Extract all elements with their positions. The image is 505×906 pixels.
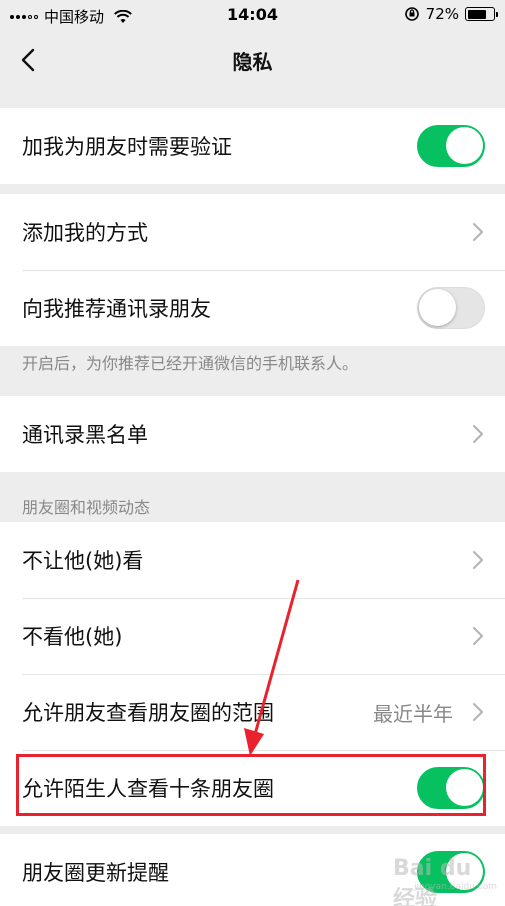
verify-label: 加我为朋友时需要验证 (22, 135, 232, 159)
nav-bar: 隐私 (0, 30, 505, 90)
chevron-right-icon (473, 425, 483, 443)
recommend-toggle[interactable] (417, 287, 485, 329)
blacklist-row[interactable]: 通讯录黑名单 (0, 396, 505, 472)
add-method-label: 添加我的方式 (22, 221, 148, 245)
verification-group: 加我为朋友时需要验证 (0, 108, 505, 184)
add-method-row[interactable]: 添加我的方式 (0, 194, 505, 270)
recommend-label: 向我推荐通讯录朋友 (22, 297, 211, 321)
chevron-right-icon (473, 627, 483, 645)
moments-section-header: 朋友圈和视频动态 (22, 498, 151, 517)
dont-see-label: 不看他(她) (22, 625, 123, 649)
blacklist-group: 通讯录黑名单 (0, 396, 505, 472)
recommend-row: 向我推荐通讯录朋友 (0, 270, 505, 346)
verify-row: 加我为朋友时需要验证 (0, 108, 505, 184)
visible-range-value: 最近半年 (373, 701, 453, 726)
visible-range-label: 允许朋友查看朋友圈的范围 (22, 701, 274, 725)
baidu-watermark: Bai du 经验 jingyan.baidu.com (393, 852, 497, 906)
chevron-right-icon (473, 551, 483, 569)
chevron-right-icon (473, 223, 483, 241)
watermark-logo: Bai du 经验 (393, 856, 472, 906)
visible-range-row[interactable]: 允许朋友查看朋友圈的范围 最近半年 (0, 674, 505, 750)
hide-from-row[interactable]: 不让他(她)看 (0, 522, 505, 598)
status-bar: 中国移动 14:04 72% (0, 0, 505, 30)
add-method-group: 添加我的方式 向我推荐通讯录朋友 (0, 194, 505, 346)
page-title: 隐私 (232, 50, 273, 74)
stranger-view-row: 允许陌生人查看十条朋友圈 (0, 750, 505, 826)
stranger-view-label: 允许陌生人查看十条朋友圈 (22, 777, 274, 801)
orientation-lock-icon (404, 7, 419, 21)
blacklist-label: 通讯录黑名单 (22, 423, 148, 447)
hide-from-label: 不让他(她)看 (22, 549, 144, 573)
battery-percent: 72% (425, 5, 459, 23)
watermark-url: jingyan.baidu.com (413, 882, 497, 892)
update-reminder-label: 朋友圈更新提醒 (22, 861, 169, 885)
dont-see-row[interactable]: 不看他(她) (0, 598, 505, 674)
moments-group: 不让他(她)看 不看他(她) 允许朋友查看朋友圈的范围 最近半年 允许陌生人查看… (0, 522, 505, 826)
verify-toggle[interactable] (417, 125, 485, 167)
recommend-hint: 开启后，为你推荐已经开通微信的手机联系人。 (22, 354, 359, 373)
stranger-view-toggle[interactable] (417, 767, 485, 809)
chevron-right-icon (473, 703, 483, 721)
battery-icon (465, 7, 498, 21)
